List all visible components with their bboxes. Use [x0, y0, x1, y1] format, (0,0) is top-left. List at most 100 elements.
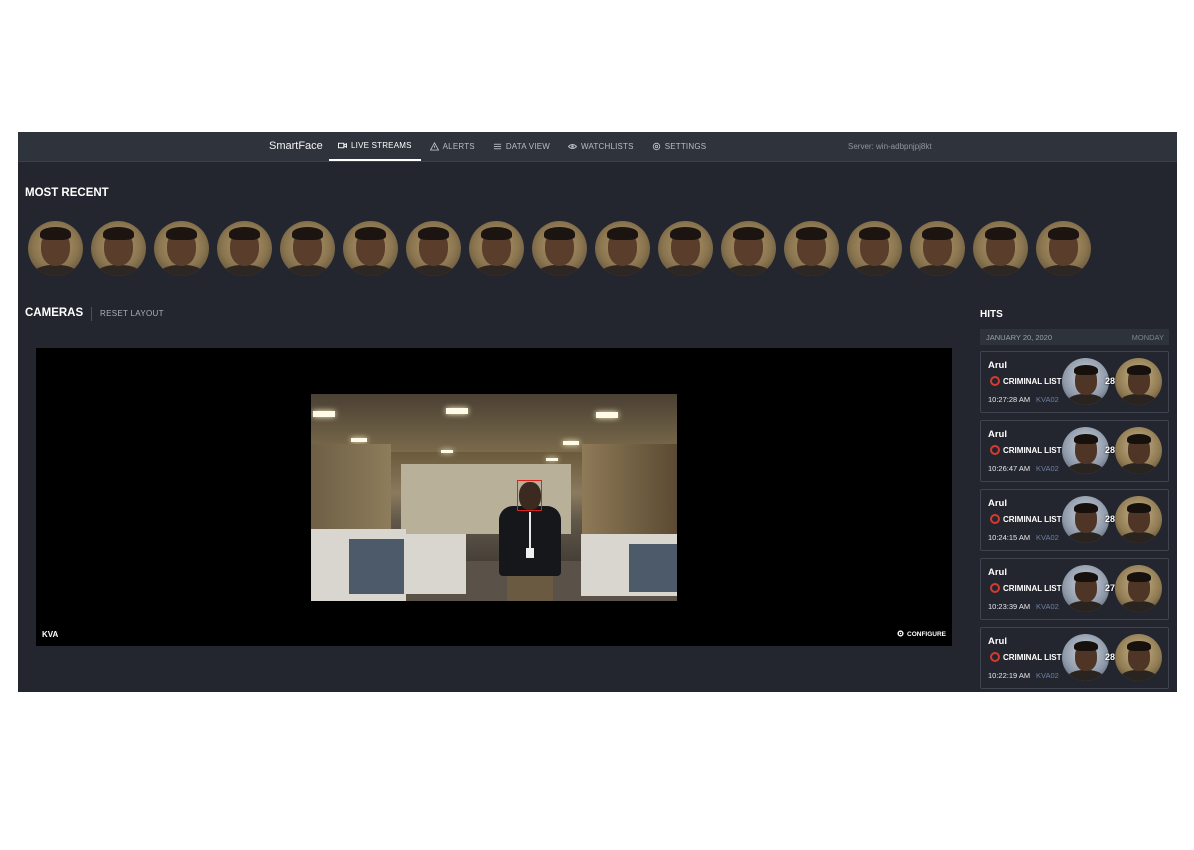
recent-face-thumbnail[interactable]: [658, 221, 713, 276]
hit-card[interactable]: Arul CRIMINAL LIST 10:26:47 AM KVA02 28: [980, 420, 1169, 482]
ceiling-light: [546, 458, 558, 461]
ceiling-light: [563, 441, 579, 445]
office-partition: [349, 539, 404, 594]
ceiling-light: [351, 438, 367, 442]
configure-button[interactable]: CONFIGURE: [897, 630, 946, 639]
hit-camera: KVA02: [1036, 671, 1059, 680]
ceiling-light: [441, 450, 453, 453]
recent-face-thumbnail[interactable]: [532, 221, 587, 276]
recent-face-thumbnail[interactable]: [343, 221, 398, 276]
ceiling-light: [596, 412, 618, 418]
captured-face-thumbnail: [1062, 358, 1109, 405]
stream-label: KVA: [42, 630, 59, 639]
watchlist-face-thumbnail: [1115, 634, 1162, 681]
watchlist-name: CRIMINAL LIST: [1003, 514, 1062, 524]
nav-live-streams[interactable]: LIVE STREAMS: [329, 132, 421, 161]
watchlist-face-thumbnail: [1115, 358, 1162, 405]
captured-face-thumbnail: [1062, 565, 1109, 612]
watchlist-name: CRIMINAL LIST: [1003, 652, 1062, 662]
watchlist-ring-icon: [990, 376, 1000, 386]
watchlist-tag: CRIMINAL LIST: [990, 652, 1062, 662]
watchlist-ring-icon: [990, 652, 1000, 662]
smartface-app: SmartFace LIVE STREAMS ALERTS DATA VIEW: [18, 132, 1177, 692]
watchlist-tag: CRIMINAL LIST: [990, 376, 1062, 386]
hits-date: JANUARY 20, 2020: [986, 333, 1053, 342]
main-nav: LIVE STREAMS ALERTS DATA VIEW WATCHLISTS: [329, 132, 715, 161]
recent-faces-strip: [28, 221, 1091, 277]
most-recent-title: MOST RECENT: [25, 187, 109, 199]
recent-face-thumbnail[interactable]: [469, 221, 524, 276]
nav-label: LIVE STREAMS: [351, 141, 412, 150]
ceiling-light: [446, 408, 468, 414]
watchlist-name: CRIMINAL LIST: [1003, 376, 1062, 386]
recent-face-thumbnail[interactable]: [973, 221, 1028, 276]
hit-card[interactable]: Arul CRIMINAL LIST 10:24:15 AM KVA02 28: [980, 489, 1169, 551]
hit-camera: KVA02: [1036, 533, 1059, 542]
hit-time: 10:27:28 AM: [988, 395, 1031, 404]
watchlist-ring-icon: [990, 445, 1000, 455]
recent-face-thumbnail[interactable]: [784, 221, 839, 276]
recent-face-thumbnail[interactable]: [154, 221, 209, 276]
recent-face-thumbnail[interactable]: [280, 221, 335, 276]
eye-icon: [568, 142, 578, 151]
hit-card[interactable]: Arul CRIMINAL LIST 10:22:19 AM KVA02 28: [980, 627, 1169, 689]
hit-time: 10:22:19 AM: [988, 671, 1031, 680]
ceiling-light: [313, 411, 335, 417]
watchlist-face-thumbnail: [1115, 565, 1162, 612]
face-detection-box: [517, 480, 542, 511]
configure-label: CONFIGURE: [907, 631, 946, 638]
hits-date-header: JANUARY 20, 2020 MONDAY: [980, 329, 1169, 345]
hit-camera: KVA02: [1036, 395, 1059, 404]
brand-logo[interactable]: SmartFace: [269, 140, 323, 152]
cameras-title: CAMERAS: [25, 307, 84, 319]
recent-face-thumbnail[interactable]: [595, 221, 650, 276]
captured-face-thumbnail: [1062, 427, 1109, 474]
nav-alerts[interactable]: ALERTS: [421, 132, 484, 161]
recent-face-thumbnail[interactable]: [217, 221, 272, 276]
office-partition: [629, 544, 677, 592]
watchlist-ring-icon: [990, 514, 1000, 524]
nav-label: ALERTS: [442, 142, 475, 151]
gear-icon: [652, 142, 661, 151]
recent-face-thumbnail[interactable]: [406, 221, 461, 276]
recent-face-thumbnail[interactable]: [28, 221, 83, 276]
watchlist-tag: CRIMINAL LIST: [990, 514, 1062, 524]
reset-layout-button[interactable]: RESET LAYOUT: [100, 309, 164, 318]
hit-name: Arul: [988, 429, 1007, 440]
hit-name: Arul: [988, 498, 1007, 509]
list-icon: [493, 142, 502, 151]
nav-label: WATCHLISTS: [581, 142, 634, 151]
divider: [91, 307, 92, 321]
recent-face-thumbnail[interactable]: [1036, 221, 1091, 276]
server-name: Server: win-adbpnjpj8kt: [848, 142, 932, 151]
match-score: 28: [1105, 514, 1116, 524]
office-desk: [406, 534, 466, 594]
hits-title: HITS: [980, 309, 1003, 320]
watchlist-name: CRIMINAL LIST: [1003, 583, 1062, 593]
watchlist-face-thumbnail: [1115, 427, 1162, 474]
watchlist-name: CRIMINAL LIST: [1003, 445, 1062, 455]
camera-stream-player[interactable]: KVA CONFIGURE: [36, 348, 952, 646]
hit-name: Arul: [988, 360, 1007, 371]
gear-icon: [897, 630, 904, 639]
hit-time: 10:26:47 AM: [988, 464, 1031, 473]
watchlist-tag: CRIMINAL LIST: [990, 445, 1062, 455]
watchlist-ring-icon: [990, 583, 1000, 593]
hit-card[interactable]: Arul CRIMINAL LIST 10:23:39 AM KVA02 27: [980, 558, 1169, 620]
nav-data-view[interactable]: DATA VIEW: [484, 132, 559, 161]
nav-label: SETTINGS: [664, 142, 707, 151]
recent-face-thumbnail[interactable]: [91, 221, 146, 276]
match-score: 28: [1105, 376, 1116, 386]
hit-camera: KVA02: [1036, 464, 1059, 473]
nav-settings[interactable]: SETTINGS: [643, 132, 716, 161]
nav-watchlists[interactable]: WATCHLISTS: [559, 132, 643, 161]
match-score: 27: [1105, 583, 1116, 593]
recent-face-thumbnail[interactable]: [910, 221, 965, 276]
hits-weekday: MONDAY: [1131, 333, 1164, 342]
hit-card[interactable]: Arul CRIMINAL LIST 10:27:28 AM KVA02 28: [980, 351, 1169, 413]
recent-face-thumbnail[interactable]: [847, 221, 902, 276]
nav-label: DATA VIEW: [505, 142, 551, 151]
captured-face-thumbnail: [1062, 634, 1109, 681]
recent-face-thumbnail[interactable]: [721, 221, 776, 276]
hit-name: Arul: [988, 567, 1007, 578]
